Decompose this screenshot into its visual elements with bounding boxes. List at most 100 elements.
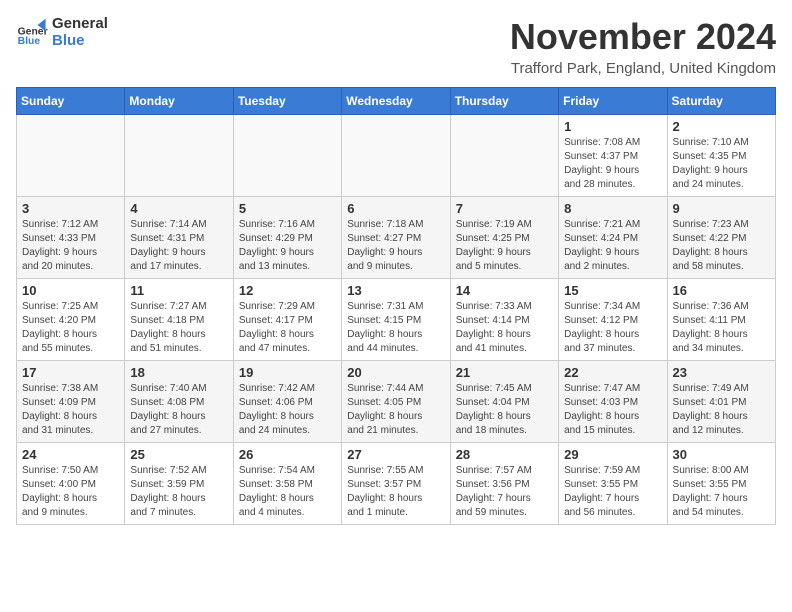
day-header-monday: Monday: [125, 88, 233, 115]
day-info: Sunrise: 7:34 AM Sunset: 4:12 PM Dayligh…: [564, 300, 661, 356]
day-info: Sunrise: 7:49 AM Sunset: 4:01 PM Dayligh…: [673, 382, 770, 438]
calendar-cell: [125, 115, 233, 197]
logo-general-text: General: [52, 16, 108, 33]
day-number: 29: [564, 447, 661, 462]
day-header-wednesday: Wednesday: [342, 88, 450, 115]
day-number: 17: [22, 365, 119, 380]
calendar-cell: 15 Sunrise: 7:34 AM Sunset: 4:12 PM Dayli…: [559, 279, 667, 361]
day-info: Sunrise: 7:44 AM Sunset: 4:05 PM Dayligh…: [347, 382, 444, 438]
day-number: 11: [130, 283, 227, 298]
location: Trafford Park, England, United Kingdom: [510, 60, 776, 77]
calendar-cell: 16 Sunrise: 7:36 AM Sunset: 4:11 PM Dayli…: [667, 279, 775, 361]
calendar-week-5: 24Sunrise: 7:50 AM Sunset: 4:00 PM Dayli…: [17, 443, 776, 525]
day-info: Sunrise: 8:00 AM Sunset: 3:55 PM Dayligh…: [673, 464, 770, 520]
header-row: SundayMondayTuesdayWednesdayThursdayFrid…: [17, 88, 776, 115]
calendar-cell: 27 Sunrise: 7:55 AM Sunset: 3:57 PM Dayli…: [342, 443, 450, 525]
day-info: Sunrise: 7:10 AM Sunset: 4:35 PM Dayligh…: [673, 136, 770, 192]
day-header-saturday: Saturday: [667, 88, 775, 115]
calendar-week-3: 10 Sunrise: 7:25 AM Sunset: 4:20 PM Dayli…: [17, 279, 776, 361]
day-number: 22: [564, 365, 661, 380]
calendar-cell: 8 Sunrise: 7:21 AM Sunset: 4:24 PM Daylig…: [559, 197, 667, 279]
day-number: 21: [456, 365, 553, 380]
calendar-cell: 20 Sunrise: 7:44 AM Sunset: 4:05 PM Dayli…: [342, 361, 450, 443]
svg-text:Blue: Blue: [18, 36, 41, 47]
day-info: Sunrise: 7:52 AM Sunset: 3:59 PM Dayligh…: [130, 464, 227, 520]
calendar-cell: 24Sunrise: 7:50 AM Sunset: 4:00 PM Dayli…: [17, 443, 125, 525]
calendar-cell: 19 Sunrise: 7:42 AM Sunset: 4:06 PM Dayli…: [233, 361, 341, 443]
day-header-sunday: Sunday: [17, 88, 125, 115]
calendar-cell: 21Sunrise: 7:45 AM Sunset: 4:04 PM Dayli…: [450, 361, 558, 443]
calendar-cell: 30 Sunrise: 8:00 AM Sunset: 3:55 PM Dayli…: [667, 443, 775, 525]
day-number: 7: [456, 201, 553, 216]
month-title: November 2024: [510, 16, 776, 58]
calendar-body: 1Sunrise: 7:08 AM Sunset: 4:37 PM Daylig…: [17, 115, 776, 525]
calendar-cell: 23 Sunrise: 7:49 AM Sunset: 4:01 PM Dayli…: [667, 361, 775, 443]
calendar-cell: [17, 115, 125, 197]
day-info: Sunrise: 7:54 AM Sunset: 3:58 PM Dayligh…: [239, 464, 336, 520]
header: General Blue General Blue November 2024 …: [16, 16, 776, 77]
day-number: 16: [673, 283, 770, 298]
calendar-cell: 9 Sunrise: 7:23 AM Sunset: 4:22 PM Daylig…: [667, 197, 775, 279]
logo: General Blue General Blue: [16, 16, 108, 49]
day-info: Sunrise: 7:16 AM Sunset: 4:29 PM Dayligh…: [239, 218, 336, 274]
calendar-week-2: 3 Sunrise: 7:12 AM Sunset: 4:33 PM Daylig…: [17, 197, 776, 279]
day-header-tuesday: Tuesday: [233, 88, 341, 115]
logo-icon: General Blue: [16, 17, 48, 49]
calendar-cell: [450, 115, 558, 197]
calendar-cell: 1Sunrise: 7:08 AM Sunset: 4:37 PM Daylig…: [559, 115, 667, 197]
calendar-cell: 3 Sunrise: 7:12 AM Sunset: 4:33 PM Daylig…: [17, 197, 125, 279]
day-info: Sunrise: 7:21 AM Sunset: 4:24 PM Dayligh…: [564, 218, 661, 274]
day-info: Sunrise: 7:33 AM Sunset: 4:14 PM Dayligh…: [456, 300, 553, 356]
day-info: Sunrise: 7:55 AM Sunset: 3:57 PM Dayligh…: [347, 464, 444, 520]
day-number: 13: [347, 283, 444, 298]
day-number: 3: [22, 201, 119, 216]
calendar-week-1: 1Sunrise: 7:08 AM Sunset: 4:37 PM Daylig…: [17, 115, 776, 197]
calendar-cell: 13Sunrise: 7:31 AM Sunset: 4:15 PM Dayli…: [342, 279, 450, 361]
day-number: 10: [22, 283, 119, 298]
calendar-cell: 28Sunrise: 7:57 AM Sunset: 3:56 PM Dayli…: [450, 443, 558, 525]
day-info: Sunrise: 7:59 AM Sunset: 3:55 PM Dayligh…: [564, 464, 661, 520]
calendar-cell: 29 Sunrise: 7:59 AM Sunset: 3:55 PM Dayli…: [559, 443, 667, 525]
calendar-cell: 17 Sunrise: 7:38 AM Sunset: 4:09 PM Dayli…: [17, 361, 125, 443]
day-number: 19: [239, 365, 336, 380]
day-info: Sunrise: 7:29 AM Sunset: 4:17 PM Dayligh…: [239, 300, 336, 356]
calendar-cell: 12Sunrise: 7:29 AM Sunset: 4:17 PM Dayli…: [233, 279, 341, 361]
day-number: 2: [673, 119, 770, 134]
day-number: 4: [130, 201, 227, 216]
calendar-header: SundayMondayTuesdayWednesdayThursdayFrid…: [17, 88, 776, 115]
day-info: Sunrise: 7:23 AM Sunset: 4:22 PM Dayligh…: [673, 218, 770, 274]
calendar-cell: 25 Sunrise: 7:52 AM Sunset: 3:59 PM Dayli…: [125, 443, 233, 525]
day-info: Sunrise: 7:40 AM Sunset: 4:08 PM Dayligh…: [130, 382, 227, 438]
logo-blue-text: Blue: [52, 33, 108, 50]
day-number: 1: [564, 119, 661, 134]
day-number: 8: [564, 201, 661, 216]
calendar-cell: 11 Sunrise: 7:27 AM Sunset: 4:18 PM Dayli…: [125, 279, 233, 361]
day-info: Sunrise: 7:25 AM Sunset: 4:20 PM Dayligh…: [22, 300, 119, 356]
day-number: 20: [347, 365, 444, 380]
day-number: 15: [564, 283, 661, 298]
calendar-cell: 2 Sunrise: 7:10 AM Sunset: 4:35 PM Daylig…: [667, 115, 775, 197]
day-number: 5: [239, 201, 336, 216]
logo-text: General Blue: [52, 16, 108, 49]
day-header-thursday: Thursday: [450, 88, 558, 115]
day-info: Sunrise: 7:36 AM Sunset: 4:11 PM Dayligh…: [673, 300, 770, 356]
day-info: Sunrise: 7:18 AM Sunset: 4:27 PM Dayligh…: [347, 218, 444, 274]
calendar-cell: 5 Sunrise: 7:16 AM Sunset: 4:29 PM Daylig…: [233, 197, 341, 279]
calendar-cell: 6 Sunrise: 7:18 AM Sunset: 4:27 PM Daylig…: [342, 197, 450, 279]
day-info: Sunrise: 7:38 AM Sunset: 4:09 PM Dayligh…: [22, 382, 119, 438]
day-number: 30: [673, 447, 770, 462]
day-number: 6: [347, 201, 444, 216]
day-number: 24: [22, 447, 119, 462]
day-info: Sunrise: 7:47 AM Sunset: 4:03 PM Dayligh…: [564, 382, 661, 438]
day-number: 9: [673, 201, 770, 216]
day-info: Sunrise: 7:12 AM Sunset: 4:33 PM Dayligh…: [22, 218, 119, 274]
day-info: Sunrise: 7:42 AM Sunset: 4:06 PM Dayligh…: [239, 382, 336, 438]
calendar-cell: 18Sunrise: 7:40 AM Sunset: 4:08 PM Dayli…: [125, 361, 233, 443]
calendar-cell: [233, 115, 341, 197]
day-number: 27: [347, 447, 444, 462]
day-number: 28: [456, 447, 553, 462]
day-number: 23: [673, 365, 770, 380]
day-number: 25: [130, 447, 227, 462]
calendar-cell: 4Sunrise: 7:14 AM Sunset: 4:31 PM Daylig…: [125, 197, 233, 279]
day-info: Sunrise: 7:27 AM Sunset: 4:18 PM Dayligh…: [130, 300, 227, 356]
